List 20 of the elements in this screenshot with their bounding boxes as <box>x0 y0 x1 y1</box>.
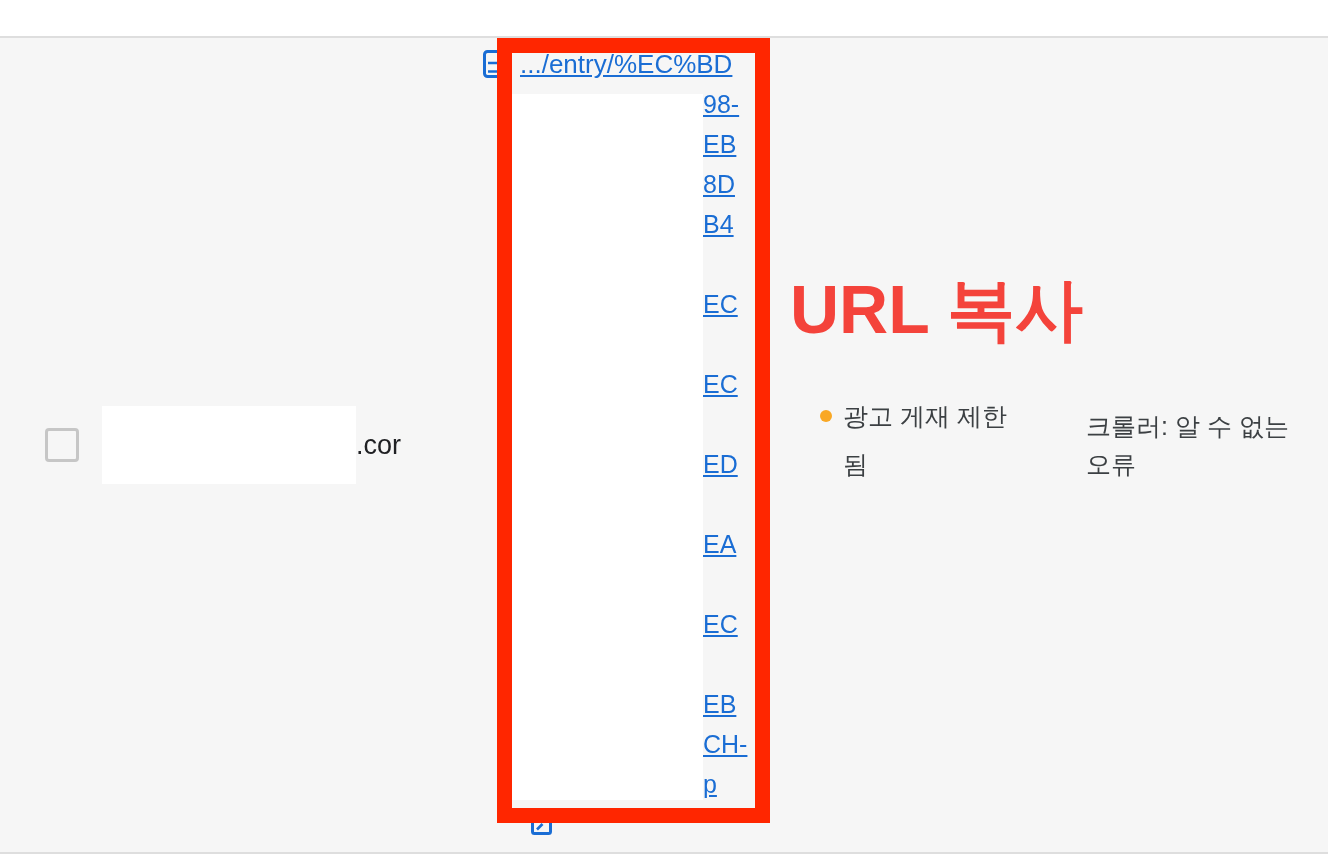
annotation-label: URL 복사 <box>790 275 1084 343</box>
url-link[interactable]: EC <box>703 284 748 324</box>
url-link[interactable]: EC <box>703 604 748 644</box>
url-link[interactable]: 8D <box>703 164 748 204</box>
status-text: 광고 게재 제한 됨 <box>843 401 1008 480</box>
edit-icon <box>531 823 552 835</box>
url-link[interactable]: B4 <box>703 204 748 244</box>
checkbox[interactable] <box>45 428 79 462</box>
url-link[interactable]: CH- <box>703 724 748 764</box>
document-icon <box>483 50 497 78</box>
url-link[interactable]: EB <box>703 124 748 164</box>
domain-text: .cor <box>356 428 401 462</box>
url-link[interactable]: 98- <box>703 84 748 124</box>
url-link[interactable]: .../entry/%EC%BD <box>520 44 748 84</box>
url-link[interactable]: EC <box>703 364 748 404</box>
url-link[interactable]: EA <box>703 524 748 564</box>
url-link[interactable]: EB <box>703 684 748 724</box>
url-link[interactable]: ED <box>703 444 748 484</box>
url-link[interactable]: p <box>703 764 748 804</box>
error-text: 크롤러: 알 수 없는 오류 <box>1086 411 1290 480</box>
